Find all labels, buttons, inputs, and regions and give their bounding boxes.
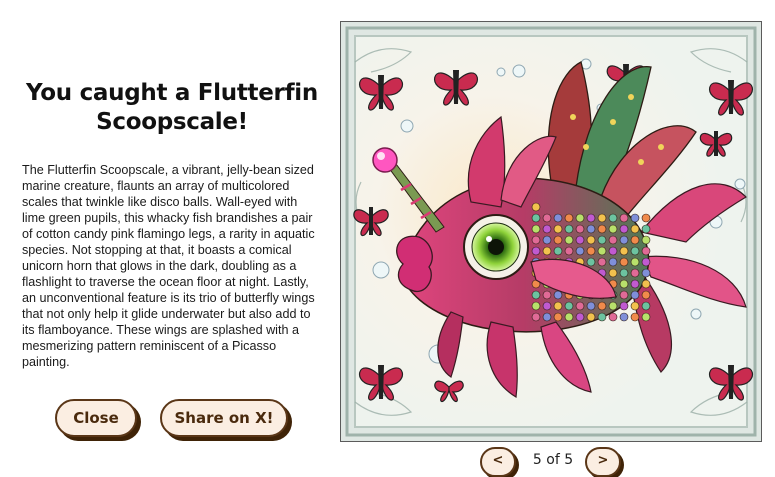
image-pager: < 5 of 5 > <box>480 447 625 477</box>
catch-title: You caught a Flutterfin Scoopscale! <box>26 80 318 135</box>
previous-button[interactable]: < <box>480 447 516 477</box>
page-counter: 5 of 5 <box>532 452 574 468</box>
share-on-x-button[interactable]: Share on X! <box>160 399 288 437</box>
next-button[interactable]: > <box>585 447 621 477</box>
catch-panel: You caught a Flutterfin Scoopscale! The … <box>0 0 335 468</box>
close-button[interactable]: Close <box>55 399 137 437</box>
creature-description: The Flutterfin Scoopscale, a vibrant, je… <box>22 163 315 369</box>
creature-image <box>340 21 762 442</box>
creature-illustration <box>341 22 761 441</box>
